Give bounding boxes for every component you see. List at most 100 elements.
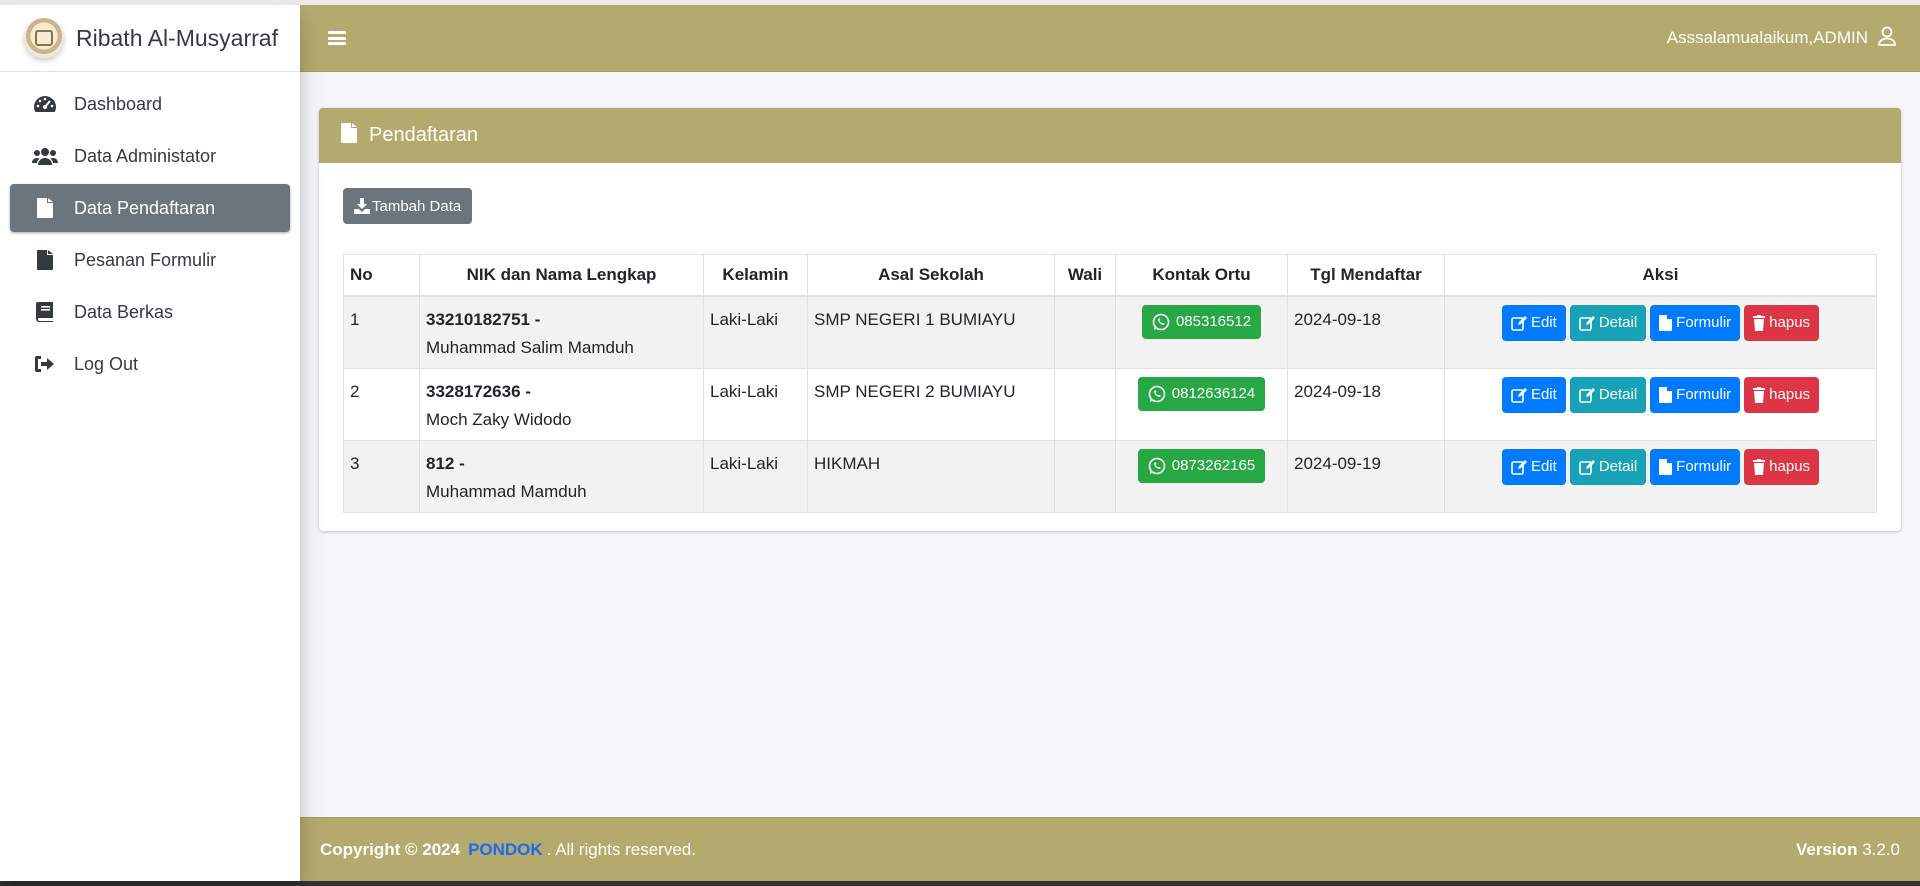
table-row: 1 33210182751 - Muhammad Salim Mamduh Lak… <box>343 295 1877 369</box>
cell-date: 2024-09-18 <box>1287 367 1445 441</box>
detail-label: Detail <box>1598 385 1638 403</box>
table-row: 2 3328172636 - Moch Zaky Widodo Laki-Laki… <box>343 367 1877 441</box>
trash-icon <box>1753 458 1766 475</box>
cell-actions: Edit Detail Formulir hapus <box>1444 367 1877 441</box>
cell-no: 3 <box>343 439 420 513</box>
col-school: Asal Sekolah <box>807 254 1055 297</box>
edit-label: Edit <box>1530 313 1557 331</box>
book-icon <box>32 301 58 323</box>
delete-button[interactable]: hapus <box>1744 304 1820 341</box>
full-name: Moch Zaky Widodo <box>426 409 572 429</box>
sidebar-item-dashboard[interactable]: Dashboard <box>10 80 290 128</box>
whatsapp-button[interactable]: 085316512 <box>1141 304 1262 339</box>
user-greeting: Asssalamualaikum,ADMIN <box>1666 28 1868 47</box>
trash-icon <box>1753 314 1766 331</box>
card-title: Pendaftaran <box>369 124 478 146</box>
card-header: Pendaftaran <box>319 108 1901 163</box>
edit-icon <box>1511 315 1527 331</box>
brand-logo <box>24 18 64 58</box>
add-data-button[interactable]: Tambah Data <box>343 188 473 224</box>
edit-icon <box>1511 387 1527 403</box>
cell-nik-name: 33210182751 - Muhammad Salim Mamduh <box>419 295 704 369</box>
main-content: Pendaftaran Tambah Data No NIK dan Nama … <box>300 72 1920 817</box>
sidebar-item-administator[interactable]: Data Administator <box>10 132 290 180</box>
whatsapp-number: 0873262165 <box>1171 456 1256 474</box>
formulir-button[interactable]: Formulir <box>1650 448 1741 485</box>
col-no: No <box>343 254 420 297</box>
delete-button[interactable]: hapus <box>1744 448 1820 485</box>
cell-wali <box>1054 439 1116 513</box>
download-icon <box>354 198 370 214</box>
registration-card: Pendaftaran Tambah Data No NIK dan Nama … <box>319 108 1901 531</box>
cell-school: SMP NEGERI 1 BUMIAYU <box>807 295 1055 369</box>
cell-gender: Laki-Laki <box>703 295 808 369</box>
detail-label: Detail <box>1598 313 1638 331</box>
rights-text: . All rights reserved. <box>546 839 696 859</box>
delete-label: hapus <box>1769 385 1811 403</box>
cell-gender: Laki-Laki <box>703 367 808 441</box>
whatsapp-icon <box>1148 385 1166 402</box>
sidebar-item-pendaftaran[interactable]: Data Pendaftaran <box>10 184 290 232</box>
users-icon <box>32 145 58 167</box>
sidebar: Ribath Al-Musyarraf Dashboard Data Admin… <box>0 5 300 881</box>
whatsapp-number: 0812636124 <box>1171 384 1256 402</box>
detail-button[interactable]: Detail <box>1569 448 1647 485</box>
sidebar-item-data-berkas[interactable]: Data Berkas <box>10 288 290 336</box>
cell-school: SMP NEGERI 2 BUMIAYU <box>807 367 1055 441</box>
cell-no: 1 <box>343 295 420 369</box>
file-icon <box>1659 386 1673 403</box>
footer-version: Version 3.2.0 <box>1796 840 1900 860</box>
version-label: Version <box>1796 839 1858 859</box>
col-nik-name: NIK dan Nama Lengkap <box>419 254 704 297</box>
user-menu[interactable]: Asssalamualaikum,ADMIN <box>1667 26 1896 51</box>
edit-label: Edit <box>1530 457 1557 475</box>
sidebar-item-label: Pesanan Formulir <box>74 249 217 270</box>
table-row: 3 812 - Muhammad Mamduh Laki-Laki HIKMAH … <box>343 439 1877 513</box>
whatsapp-button[interactable]: 0812636124 <box>1137 376 1266 411</box>
brand-name: Ribath Al-Musyarraf <box>76 24 278 51</box>
delete-label: hapus <box>1769 457 1811 475</box>
sidebar-item-logout[interactable]: Log Out <box>10 340 290 388</box>
delete-label: hapus <box>1769 313 1811 331</box>
detail-button[interactable]: Detail <box>1569 304 1647 341</box>
cell-school: HIKMAH <box>807 439 1055 513</box>
formulir-button[interactable]: Formulir <box>1650 304 1741 341</box>
delete-button[interactable]: hapus <box>1744 376 1820 413</box>
top-navbar: Asssalamualaikum,ADMIN <box>300 5 1920 72</box>
col-wali: Wali <box>1054 254 1116 297</box>
formulir-label: Formulir <box>1676 457 1732 475</box>
cell-wali <box>1054 367 1116 441</box>
full-name: Muhammad Salim Mamduh <box>426 337 634 357</box>
sidebar-nav: Dashboard Data Administator Data Pendaft… <box>0 72 300 400</box>
sidebar-item-label: Dashboard <box>74 93 163 114</box>
detail-label: Detail <box>1598 457 1638 475</box>
version-number: 3.2.0 <box>1862 839 1900 859</box>
nik: 33210182751 - <box>426 309 541 329</box>
footer-brand-link[interactable]: PONDOK <box>468 840 543 859</box>
copyright-text: Copyright © 2024 <box>320 839 461 859</box>
table-header-row: No NIK dan Nama Lengkap Kelamin Asal Sek… <box>343 254 1877 297</box>
file-icon <box>32 197 58 219</box>
edit-button[interactable]: Edit <box>1501 304 1566 341</box>
sidebar-item-label: Data Administator <box>74 145 217 166</box>
add-data-label: Tambah Data <box>372 197 462 215</box>
formulir-button[interactable]: Formulir <box>1650 376 1741 413</box>
cell-date: 2024-09-18 <box>1287 295 1445 369</box>
col-gender: Kelamin <box>703 254 808 297</box>
registration-table: No NIK dan Nama Lengkap Kelamin Asal Sek… <box>343 254 1877 513</box>
app-window: Ribath Al-Musyarraf Dashboard Data Admin… <box>0 5 1920 881</box>
whatsapp-button[interactable]: 0873262165 <box>1137 448 1266 483</box>
formulir-label: Formulir <box>1676 313 1732 331</box>
sidebar-item-pesanan-formulir[interactable]: Pesanan Formulir <box>10 236 290 284</box>
sidebar-item-label: Data Pendaftaran <box>74 197 216 218</box>
sign-out-icon <box>32 353 58 375</box>
edit-button[interactable]: Edit <box>1501 376 1566 413</box>
brand-link[interactable]: Ribath Al-Musyarraf <box>0 5 300 72</box>
edit-button[interactable]: Edit <box>1501 448 1566 485</box>
menu-toggle-icon[interactable] <box>326 29 348 47</box>
detail-button[interactable]: Detail <box>1569 376 1647 413</box>
cell-date: 2024-09-19 <box>1287 439 1445 513</box>
cell-nik-name: 3328172636 - Moch Zaky Widodo <box>419 367 704 441</box>
sidebar-item-label: Log Out <box>74 353 139 374</box>
footer-copyright: Copyright © 2024 PONDOK. All rights reser… <box>320 840 696 860</box>
